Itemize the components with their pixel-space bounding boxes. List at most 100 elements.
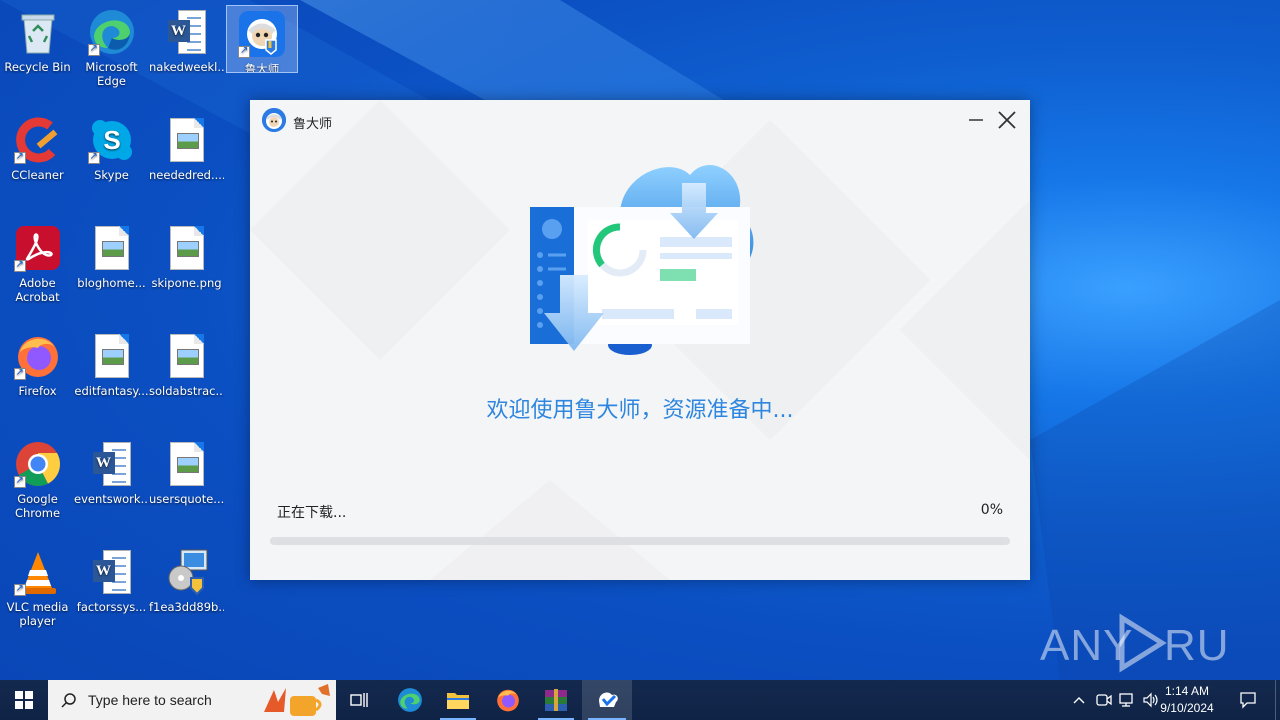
tray-meet-now[interactable] [1094,690,1114,710]
ludashi-icon [599,692,618,707]
desktop-icon-label: Microsoft Edge [85,60,138,88]
desktop-icon-label: editfantasy... [74,384,149,398]
edge-icon [398,688,422,712]
word-document-icon: W [88,440,136,488]
desktop-icon-label: CCleaner [11,168,64,182]
desktop-icon-editfantasy[interactable]: editfantasy... [74,328,149,428]
action-center-button[interactable] [1238,690,1258,710]
windows-logo-icon [15,691,33,709]
desktop-icon-label: usersquote.... [149,492,224,506]
image-file-icon [88,224,136,272]
desktop-icon-vlc[interactable]: VLC media player [0,544,75,644]
show-hidden-icons-button[interactable] [1069,690,1089,710]
desktop-icon-usersquote[interactable]: usersquote.... [149,436,224,536]
taskbar-firefox[interactable] [484,680,532,720]
network-icon [1119,693,1133,707]
desktop-icon-label: nakedweekl... [149,60,224,74]
welcome-message: 欢迎使用鲁大师，资源准备中... [486,398,794,423]
desktop-icon-label: factorssys... [76,600,147,614]
desktop-icon-label: VLC media player [6,600,69,628]
download-status-text: 正在下载... [277,505,347,521]
window-titlebar[interactable]: 鲁大师 [250,100,1030,142]
taskbar-clock[interactable]: 1:14 AM 9/10/2024 [1152,683,1222,717]
word-document-icon: W [88,548,136,596]
task-view-button[interactable] [336,680,384,720]
clock-date: 9/10/2024 [1160,701,1214,715]
skype-icon: S [87,116,136,164]
close-icon [998,111,1016,129]
taskbar: Type here to search 1:14 AM 9/10/2024 [0,680,1280,720]
search-icon [61,693,76,708]
desktop-icon-label: Google Chrome [14,492,61,520]
vlc-icon [13,548,62,596]
progress-bar [270,537,1010,545]
desktop-icon-ccleaner[interactable]: CCleaner [0,112,75,212]
desktop-icon-label: skipone.png [151,276,222,290]
image-file-icon [163,332,211,380]
recycle-bin-icon [14,8,62,56]
ludashi-installer-window: 鲁大师 欢迎使用鲁大师，资源准备中... 正在下载... 0% [250,100,1030,580]
taskbar-file-explorer[interactable] [434,680,482,720]
chevron-up-icon [1073,697,1085,704]
notification-icon [1240,692,1256,709]
desktop-icon-nakedweekl[interactable]: W nakedweekl... [149,4,224,104]
winrar-icon [545,689,567,711]
desktop-icon-label: Firefox [18,384,57,398]
anyrun-watermark: ANY RUN [1040,612,1230,674]
search-highlight-image [264,684,330,716]
desktop-icon-label: Skype [94,168,129,182]
desktop-icon-neededred[interactable]: neededred.... [149,112,224,212]
task-view-icon [350,693,368,707]
desktop-icon-label: eventswork... [74,492,149,506]
desktop-icon-bloghome[interactable]: bloghome... [74,220,149,320]
chrome-icon [13,440,62,488]
minimize-icon [969,119,983,121]
taskbar-winrar[interactable] [532,680,580,720]
clock-time: 1:14 AM [1164,684,1210,698]
image-file-icon [88,332,136,380]
close-button[interactable] [993,108,1021,132]
anyrun-logo: ANY RUN [1040,613,1230,673]
desktop-icon-skype[interactable]: S Skype [74,112,149,212]
desktop-icon-recycle-bin[interactable]: Recycle Bin [0,4,75,104]
progress-percent: 0% [980,502,1003,518]
desktop-icon-label: soldabstrac... [149,384,224,398]
show-desktop-button[interactable] [1275,680,1280,720]
word-document-icon: W [163,8,211,56]
ccleaner-icon [13,116,62,164]
ludashi-logo-icon [262,108,286,132]
desktop-icon-factorssys[interactable]: W factorssys... [74,544,149,644]
desktop-icon-f1ea3dd89b[interactable]: f1ea3dd89b... [149,544,224,644]
acrobat-icon [13,224,62,272]
tray-network[interactable] [1117,690,1137,710]
taskbar-edge[interactable] [386,680,434,720]
taskbar-search-box[interactable]: Type here to search [48,680,336,720]
desktop-icon-firefox[interactable]: Firefox [0,328,75,428]
desktop-icon-label: Recycle Bin [4,60,71,74]
firefox-icon [497,689,519,712]
start-button[interactable] [0,680,48,720]
svg-text:RUN: RUN [1164,621,1230,670]
image-file-icon [163,224,211,272]
desktop-icon-eventswork[interactable]: W eventswork... [74,436,149,536]
image-file-icon [163,440,211,488]
desktop-icon-label: neededred.... [149,168,224,182]
minimize-button[interactable] [962,108,990,132]
desktop-icon-ludashi[interactable]: 鲁大师 [226,5,298,73]
edge-icon [87,8,136,56]
desktop-icon-label: f1ea3dd89b... [149,600,224,614]
desktop-icon-soldabstrac[interactable]: soldabstrac... [149,328,224,428]
desktop-icon-edge[interactable]: Microsoft Edge [74,4,149,104]
folder-icon [447,693,469,709]
download-illustration [530,164,754,355]
firefox-icon [13,332,62,380]
taskbar-ludashi[interactable] [582,680,632,720]
desktop-icon-adobe-acrobat[interactable]: Adobe Acrobat [0,220,75,320]
desktop-icon-skipone[interactable]: skipone.png [149,220,224,320]
installer-icon [163,548,211,596]
camera-icon [1096,694,1112,706]
desktop-icon-google-chrome[interactable]: Google Chrome [0,436,75,536]
image-file-icon [163,116,211,164]
desktop-icon-label: Adobe Acrobat [15,276,60,304]
svg-text:ANY: ANY [1040,621,1133,670]
